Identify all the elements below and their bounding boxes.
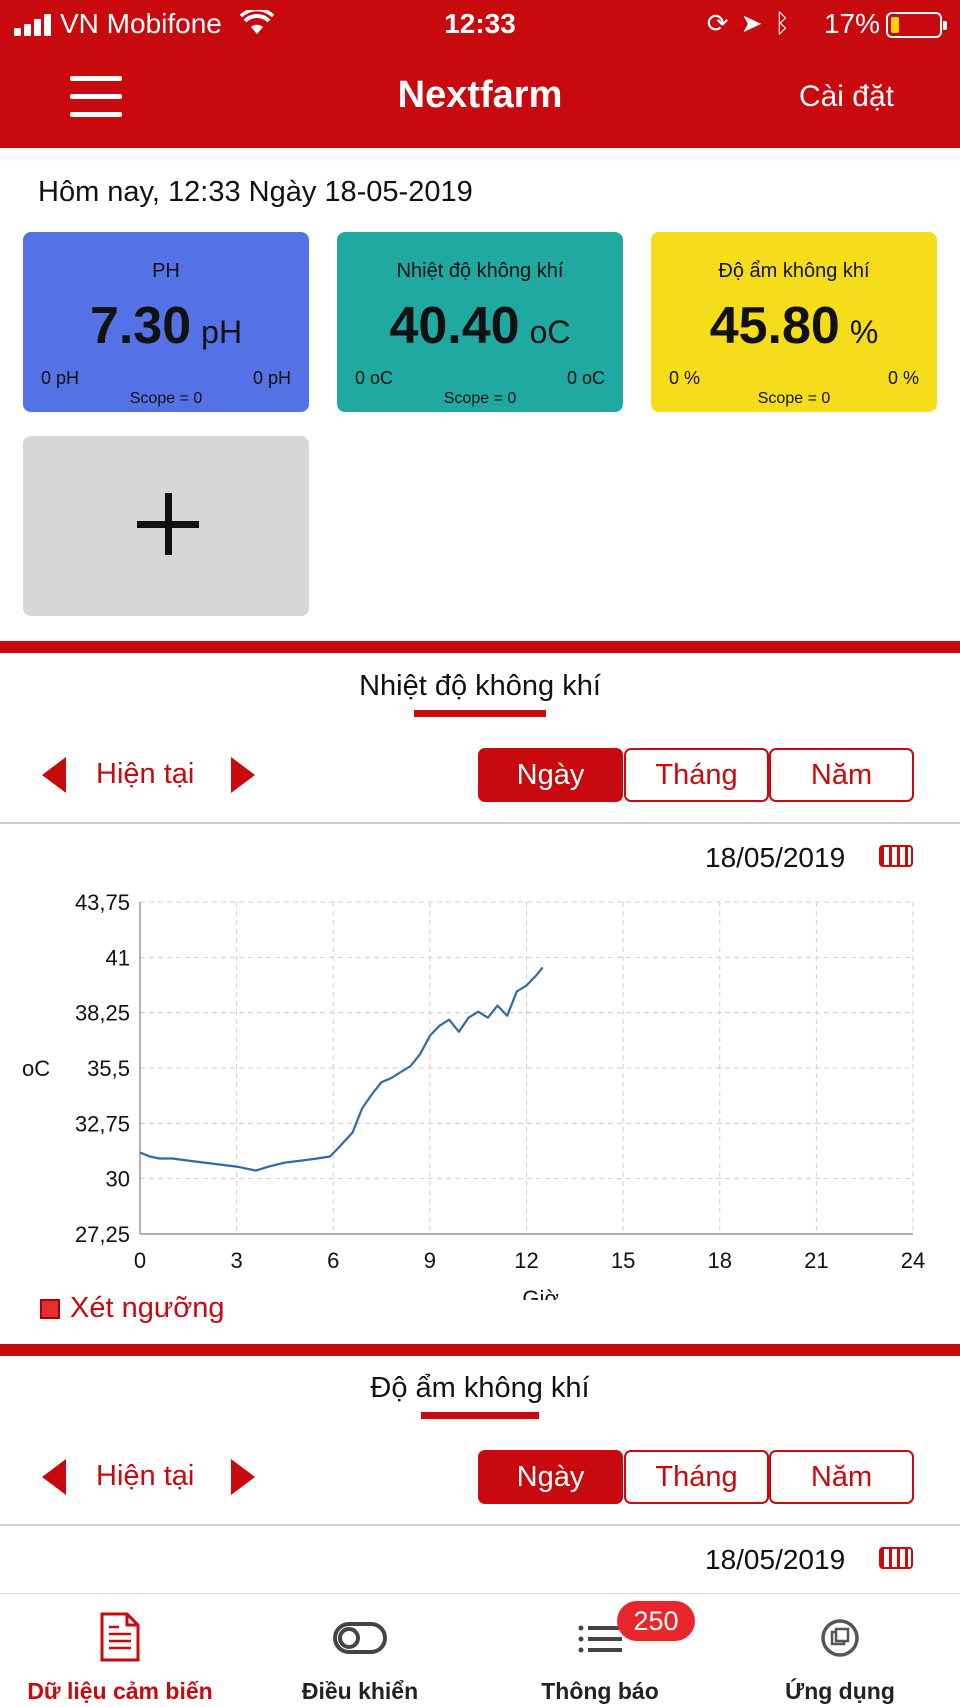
title-underline xyxy=(414,710,546,717)
document-icon xyxy=(100,1612,140,1662)
period-year-button[interactable]: Năm xyxy=(769,1450,914,1504)
period-month-button[interactable]: Tháng xyxy=(624,1450,769,1504)
threshold-label: Xét ngưỡng xyxy=(70,1292,225,1324)
next-arrow-icon[interactable] xyxy=(231,1459,255,1495)
tab-sensor-data[interactable]: Dữ liệu cảm biến xyxy=(0,1594,240,1707)
section-divider xyxy=(0,1344,960,1356)
x-tick-label: 12 xyxy=(514,1248,538,1273)
period-month-button[interactable]: Tháng xyxy=(624,748,769,802)
sensor-unit: % xyxy=(849,314,879,350)
y-tick-label: 35,5 xyxy=(87,1056,130,1081)
temperature-series-line xyxy=(139,966,544,1172)
x-tick-label: 0 xyxy=(134,1248,146,1273)
tab-label: Dữ liệu cảm biến xyxy=(27,1678,213,1704)
status-time: 12:33 xyxy=(444,8,516,39)
notification-count-badge: 250 xyxy=(617,1601,695,1641)
divider-line xyxy=(0,1524,960,1526)
sensor-max: 0 % xyxy=(887,368,919,388)
y-tick-label: 41 xyxy=(106,945,130,970)
sensor-min: 0 oC xyxy=(355,368,394,388)
toggle-icon xyxy=(333,1622,387,1654)
bottom-tab-bar: Dữ liệu cảm biến Điều khiển Thông báo Ứn… xyxy=(0,1593,960,1707)
sensor-name: Độ ẩm không khí xyxy=(718,260,870,282)
x-tick-label: 24 xyxy=(901,1248,925,1273)
sensor-card-ph[interactable]: PH 7.30 pH 0 pH 0 pH Scope = 0 xyxy=(23,232,309,412)
settings-button[interactable]: Cài đặt xyxy=(799,80,894,114)
previous-arrow-icon[interactable] xyxy=(42,757,66,793)
y-tick-label: 32,75 xyxy=(75,1111,130,1136)
y-tick-label: 27,25 xyxy=(75,1222,130,1247)
sensor-max: 0 oC xyxy=(566,368,605,388)
x-axis-label: Giờ xyxy=(522,1286,558,1300)
x-tick-label: 15 xyxy=(611,1248,635,1273)
divider-line xyxy=(0,822,960,824)
threshold-icon xyxy=(40,1299,60,1319)
sensor-scope: Scope = 0 xyxy=(443,390,517,407)
sensor-scope: Scope = 0 xyxy=(757,390,831,407)
x-tick-label: 18 xyxy=(708,1248,732,1273)
today-timestamp: Hôm nay, 12:33 Ngày 18-05-2019 xyxy=(38,176,473,208)
y-tick-label: 38,25 xyxy=(75,1001,130,1026)
sensor-scope: Scope = 0 xyxy=(129,390,203,407)
x-tick-label: 21 xyxy=(804,1248,828,1273)
tab-label: Điều khiển xyxy=(301,1678,419,1704)
y-axis-label: oC xyxy=(22,1056,50,1081)
period-day-button[interactable]: Ngày xyxy=(478,748,623,802)
current-period-label: Hiện tại xyxy=(96,1460,195,1492)
chart-date: 18/05/2019 xyxy=(705,1544,846,1575)
x-tick-label: 6 xyxy=(327,1248,339,1273)
sensor-min: 0 % xyxy=(669,368,701,388)
sensor-unit: oC xyxy=(529,314,571,350)
list-icon xyxy=(578,1625,622,1653)
sensor-value: 7.30 xyxy=(89,297,192,355)
orientation-lock-icon: ⟳ xyxy=(706,8,729,38)
add-sensor-button[interactable] xyxy=(23,436,309,616)
tab-apps[interactable]: Ứng dụng xyxy=(720,1594,960,1707)
current-period-label: Hiện tại xyxy=(96,758,195,790)
battery-percent: 17% xyxy=(823,8,880,39)
location-icon: ➤ xyxy=(740,8,763,38)
y-tick-label: 30 xyxy=(106,1167,130,1192)
humidity-section-title: Độ ẩm không khí xyxy=(370,1372,590,1404)
battery-icon xyxy=(886,12,947,38)
next-arrow-icon[interactable] xyxy=(231,757,255,793)
sensor-name: PH xyxy=(152,260,180,282)
sensor-name: Nhiệt độ không khí xyxy=(396,260,564,282)
title-underline xyxy=(421,1412,539,1419)
sensor-value: 40.40 xyxy=(389,297,520,355)
calendar-icon[interactable] xyxy=(879,845,913,867)
status-bar: VN Mobifone 12:33 ⟳ ➤ ᛒ 17% xyxy=(0,0,960,48)
sensor-unit: pH xyxy=(201,314,243,350)
sensor-min: 0 pH xyxy=(41,368,80,388)
period-day-button[interactable]: Ngày xyxy=(478,1450,623,1504)
sensor-max: 0 pH xyxy=(252,368,291,388)
period-year-button[interactable]: Năm xyxy=(769,748,914,802)
chart-date: 18/05/2019 xyxy=(705,842,846,873)
app-header: VN Mobifone 12:33 ⟳ ➤ ᛒ 17% Nextfarm Cài… xyxy=(0,0,960,148)
temperature-chart: 0 3 6 9 12 15 18 21 24 43,75 41 38,25 35,5 32,75 30 27,… xyxy=(22,890,925,1300)
apps-icon xyxy=(821,1619,859,1657)
temperature-section-title: Nhiệt độ không khí xyxy=(359,670,601,702)
plus-icon xyxy=(137,493,199,555)
sensor-card-air-humidity[interactable]: Độ ẩm không khí 45.80% 0 % 0 % Scope = 0 xyxy=(651,232,937,412)
threshold-button[interactable]: Xét ngưỡng xyxy=(40,1292,225,1325)
previous-arrow-icon[interactable] xyxy=(42,1459,66,1495)
bluetooth-icon: ᛒ xyxy=(774,8,790,38)
tab-label: Ứng dụng xyxy=(785,1678,895,1704)
y-tick-label: 43,75 xyxy=(75,890,130,915)
tab-control[interactable]: Điều khiển xyxy=(240,1594,480,1707)
calendar-icon[interactable] xyxy=(879,1547,913,1569)
sensor-value: 45.80 xyxy=(709,297,840,355)
x-tick-label: 9 xyxy=(424,1248,436,1273)
tab-label: Thông báo xyxy=(541,1678,659,1704)
sensor-card-air-temperature[interactable]: Nhiệt độ không khí 40.40 oC 0 oC 0 oC Sco… xyxy=(337,232,623,412)
x-tick-label: 3 xyxy=(231,1248,243,1273)
section-divider xyxy=(0,641,960,653)
